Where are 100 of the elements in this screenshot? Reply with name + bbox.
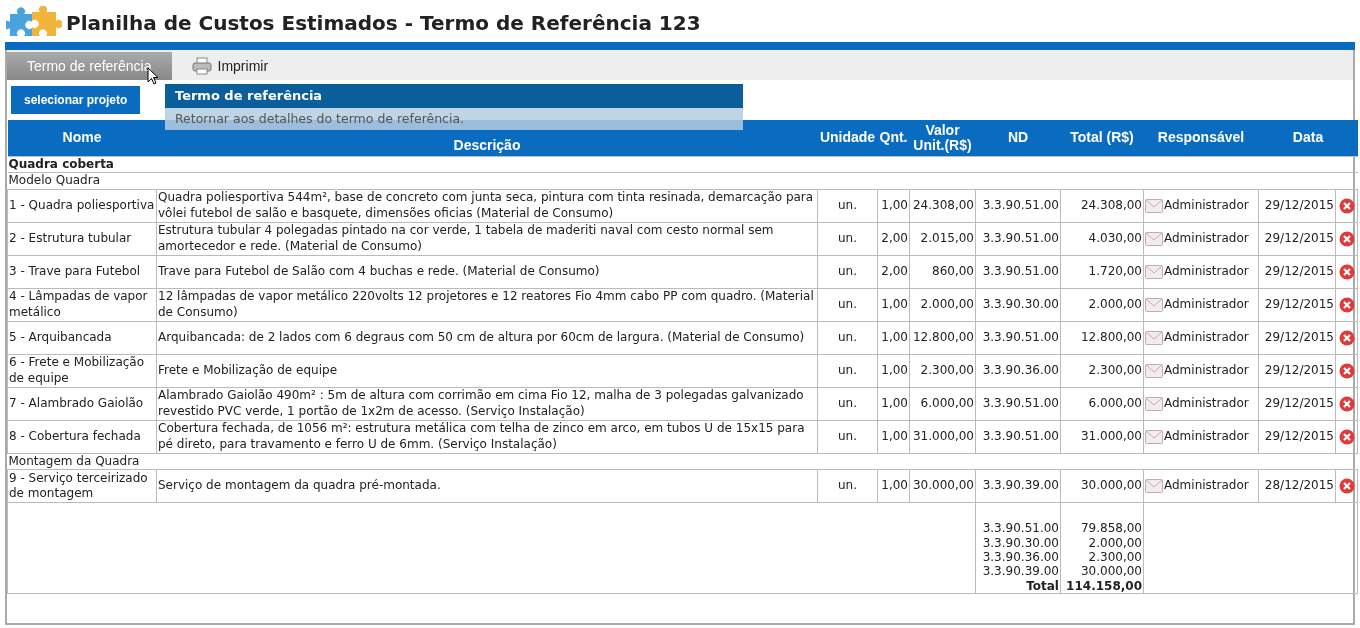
nd-cell: 3.3.90.51.00 [975, 420, 1061, 454]
date-cell: 29/12/2015 [1258, 255, 1336, 289]
unit-cell: un. [817, 189, 878, 223]
unit-value-cell: 2.000,00 [909, 288, 976, 322]
responsible-name: Administrador [1164, 230, 1249, 247]
description-cell: Trave para Futebol de Salão com 4 buchas e rede. (Material de Consumo) [156, 255, 818, 289]
delete-icon[interactable] [1338, 263, 1355, 280]
unit-value-cell: 12.800,00 [909, 321, 976, 355]
item-name-cell: 5 - Arquibancada [7, 321, 157, 355]
nd-subtotal-code: 3.3.90.36.00 [981, 550, 1059, 565]
grand-total-value: 114.158,00 [1065, 578, 1142, 594]
column-header: Unidade [817, 120, 878, 156]
description-cell: Frete e Mobilização de equipe [156, 354, 818, 388]
group-label: Montagem da Quadra [8, 453, 140, 468]
grand-total-label: Total [1025, 578, 1059, 594]
total-cell: 1.720,00 [1060, 255, 1144, 289]
menu-tab[interactable]: Imprimir [171, 52, 289, 80]
quantity-cell: 1,00 [877, 420, 910, 454]
unit-cell: un. [817, 255, 878, 289]
total-cell: 6.000,00 [1060, 387, 1144, 421]
group-label: Quadra coberta [8, 156, 114, 171]
delete-icon[interactable] [1338, 197, 1355, 214]
unit-cell: un. [817, 469, 878, 503]
nd-subtotal-value: 30.000,00 [1079, 564, 1142, 579]
menu-tab[interactable]: Termo de referência [7, 52, 172, 80]
quantity-cell: 1,00 [877, 288, 910, 322]
unit-cell: un. [817, 387, 878, 421]
unit-value-cell: 860,00 [909, 255, 976, 289]
responsible-name: Administrador [1164, 428, 1249, 445]
item-name-cell: 4 - Lâmpadas de vapor metálico [7, 288, 157, 322]
total-cell: 31.000,00 [1060, 420, 1144, 454]
total-cell: 4.030,00 [1060, 222, 1144, 256]
responsible-name: Administrador [1164, 296, 1249, 313]
tooltip-title: Termo de referência [165, 84, 743, 108]
unit-cell: un. [817, 222, 878, 256]
delete-icon[interactable] [1338, 329, 1355, 346]
nd-subtotal-code: 3.3.90.39.00 [981, 564, 1059, 579]
item-name-cell: 2 - Estrutura tubular [7, 222, 157, 256]
item-name-cell: 8 - Cobertura fechada [7, 420, 157, 454]
nd-cell: 3.3.90.51.00 [975, 321, 1061, 355]
total-cell: 24.308,00 [1060, 189, 1144, 223]
quantity-cell: 2,00 [877, 222, 910, 256]
total-cell: 30.000,00 [1060, 469, 1144, 503]
page-title: Planilha de Custos Estimados - Termo de Referência 123 [66, 11, 701, 35]
date-cell: 29/12/2015 [1258, 354, 1336, 388]
quantity-cell: 1,00 [877, 387, 910, 421]
description-cell: Alambrado Gaiolão 490m² : 5m de altura com corrimão em cima Fio 12, malha de 3 polegadas galvanizado revestido PVC verde, 1 portão de 1x2m de acesso. (Serviço Instalação) [156, 387, 818, 421]
unit-cell: un. [817, 321, 878, 355]
column-header: Nome [7, 120, 157, 156]
nd-cell: 3.3.90.51.00 [975, 189, 1061, 223]
column-header: Qnt. [877, 120, 910, 156]
unit-value-cell: 6.000,00 [909, 387, 976, 421]
responsible-name: Administrador [1164, 478, 1249, 495]
unit-cell: un. [817, 354, 878, 388]
unit-value-cell: 2.300,00 [909, 354, 976, 388]
unit-cell: un. [817, 420, 878, 454]
nd-cell: 3.3.90.51.00 [975, 387, 1061, 421]
date-cell: 28/12/2015 [1258, 469, 1336, 503]
unit-value-cell: 2.015,00 [909, 222, 976, 256]
item-name-cell: 9 - Serviço terceirizado de montagem [7, 469, 157, 503]
responsible-name: Administrador [1164, 329, 1249, 346]
responsible-name: Administrador [1164, 263, 1249, 280]
delete-icon[interactable] [1338, 296, 1355, 313]
description-cell: Arquibancada: de 2 lados com 6 degraus com 50 cm de altura por 60cm de largura. (Material de Consumo) [156, 321, 818, 355]
nd-cell: 3.3.90.39.00 [975, 469, 1061, 503]
date-cell: 29/12/2015 [1258, 189, 1336, 223]
column-header: Responsável [1143, 120, 1259, 156]
nd-cell: 3.3.90.51.00 [975, 222, 1061, 256]
delete-icon[interactable] [1338, 428, 1355, 445]
unit-value-cell: 24.308,00 [909, 189, 976, 223]
quantity-cell: 1,00 [877, 189, 910, 223]
responsible-name: Administrador [1164, 197, 1249, 214]
description-cell: Quadra poliesportiva 544m², base de concreto com junta seca, pintura com tinta resinada, demarcação para vôlei futebol de salão e basquete, dimensões oficias (Material de Consumo) [156, 189, 818, 223]
date-cell: 29/12/2015 [1258, 288, 1336, 322]
description-cell: 12 lâmpadas de vapor metálico 220volts 12 projetores e 12 reatores Fio 4mm cabo PP com quadro. (Material de Consumo) [156, 288, 818, 322]
nd-cell: 3.3.90.30.00 [975, 288, 1061, 322]
responsible-name: Administrador [1164, 395, 1249, 412]
item-name-cell: 7 - Alambrado Gaiolão [7, 387, 157, 421]
quantity-cell: 1,00 [877, 469, 910, 503]
date-cell: 29/12/2015 [1258, 420, 1336, 454]
item-name-cell: 1 - Quadra poliesportiva [7, 189, 157, 223]
delete-icon[interactable] [1338, 395, 1355, 412]
group-label: Modelo Quadra [8, 173, 100, 188]
unit-value-cell: 30.000,00 [909, 469, 976, 503]
nd-subtotal-value: 2.000,00 [1087, 535, 1142, 551]
quantity-cell: 2,00 [877, 255, 910, 289]
description-cell: Estrutura tubular 4 polegadas pintado na cor verde, 1 tabela de maderiti naval com cesto normal sem amortecedor e rede. (Material de Consumo) [156, 222, 818, 256]
select-project-button[interactable]: selecionar projeto [11, 86, 141, 114]
delete-icon[interactable] [1338, 230, 1355, 247]
nd-subtotal-value: 79.858,00 [1079, 521, 1142, 536]
delete-icon[interactable] [1338, 362, 1355, 379]
nd-subtotal-code: 3.3.90.51.00 [981, 521, 1059, 536]
column-header: Total (R$) [1060, 120, 1144, 156]
item-name-cell: 6 - Frete e Mobilização de equipe [7, 354, 157, 388]
total-cell: 2.000,00 [1060, 288, 1144, 322]
unit-value-cell: 31.000,00 [909, 420, 976, 454]
date-cell: 29/12/2015 [1258, 321, 1336, 355]
column-header: Data [1258, 120, 1358, 156]
delete-icon[interactable] [1338, 478, 1355, 495]
quantity-cell: 1,00 [877, 321, 910, 355]
